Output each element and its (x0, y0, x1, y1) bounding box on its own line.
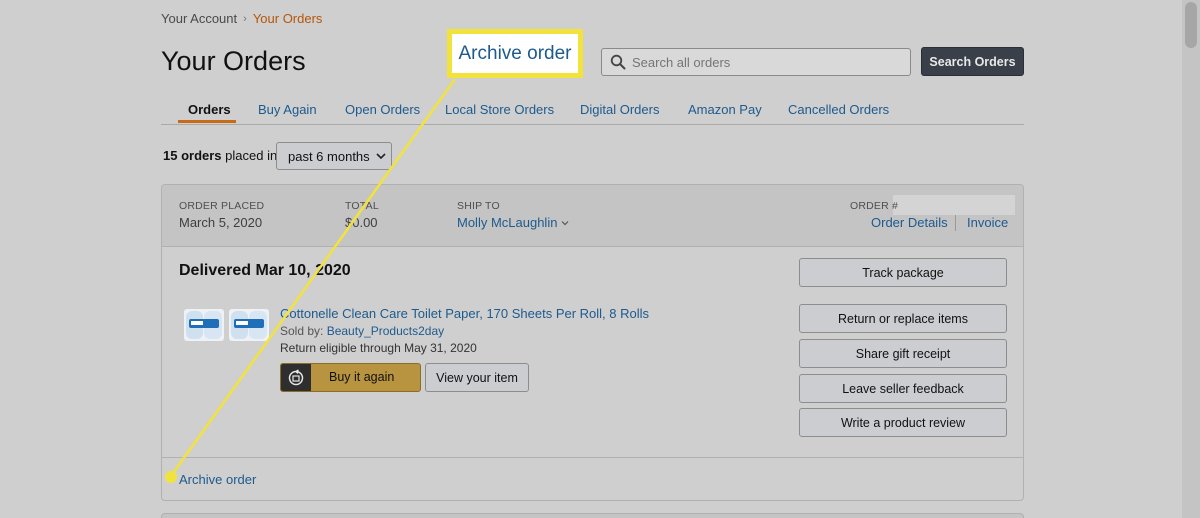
scrollbar[interactable] (1182, 0, 1200, 518)
write-review-button[interactable]: Write a product review (799, 408, 1007, 437)
orders-count-suffix: placed in (225, 148, 278, 163)
order-number-label: ORDER # (850, 200, 899, 212)
order-placed-label: ORDER PLACED (179, 200, 265, 212)
tab-open-orders[interactable]: Open Orders (345, 102, 420, 117)
seller-link[interactable]: Beauty_Products2day (327, 324, 444, 338)
orders-count-value: 15 orders (163, 148, 222, 163)
card-footer-divider (162, 457, 1023, 458)
reorder-icon (281, 364, 311, 391)
active-tab-indicator (178, 120, 236, 123)
order-number-redacted (893, 195, 1015, 215)
order-placed-value: March 5, 2020 (179, 215, 263, 230)
search-input[interactable] (632, 54, 902, 70)
track-package-button[interactable]: Track package (799, 258, 1007, 287)
tab-buy-again[interactable]: Buy Again (258, 102, 317, 117)
leave-seller-feedback-button[interactable]: Leave seller feedback (799, 374, 1007, 403)
scrollbar-thumb[interactable] (1185, 2, 1197, 48)
search-icon (610, 54, 626, 70)
archive-order-callout: Archive order (447, 29, 583, 78)
breadcrumb-your-account[interactable]: Your Account (161, 11, 237, 26)
sold-by: Sold by: Beauty_Products2day (280, 324, 444, 338)
tab-local-store-orders[interactable]: Local Store Orders (445, 102, 554, 117)
buy-it-again-label: Buy it again (329, 370, 395, 384)
order-tabs: Orders Buy Again Open Orders Local Store… (161, 100, 1024, 125)
order-total-label: TOTAL (345, 200, 379, 212)
next-order-card (161, 513, 1024, 518)
breadcrumb-your-orders[interactable]: Your Orders (253, 11, 323, 26)
chevron-down-icon (562, 220, 569, 225)
sold-by-label: Sold by: (280, 324, 324, 338)
share-gift-receipt-button[interactable]: Share gift receipt (799, 339, 1007, 368)
order-header: ORDER PLACED March 5, 2020 TOTAL $0.00 S… (162, 185, 1023, 247)
order-total-value: $0.00 (345, 215, 378, 230)
product-title-link[interactable]: Cottonelle Clean Care Toilet Paper, 170 … (280, 306, 649, 321)
delivery-status: Delivered Mar 10, 2020 (179, 262, 351, 279)
tab-cancelled-orders[interactable]: Cancelled Orders (788, 102, 889, 117)
return-replace-button[interactable]: Return or replace items (799, 304, 1007, 333)
return-eligibility: Return eligible through May 31, 2020 (280, 341, 477, 355)
orders-page: Your Account › Your Orders Your Orders S… (0, 0, 1200, 518)
ship-to-name: Molly McLaughlin (457, 215, 558, 230)
product-thumbnail[interactable] (184, 307, 270, 343)
invoice-link[interactable]: Invoice (967, 215, 1008, 230)
page-title: Your Orders (161, 46, 306, 76)
orders-count: 15 orders placed in (163, 148, 277, 163)
period-select-value: past 6 months (288, 148, 370, 164)
ship-to-dropdown[interactable]: Molly McLaughlin (457, 215, 569, 230)
tab-orders[interactable]: Orders (188, 102, 231, 117)
ship-to-label: SHIP TO (457, 200, 500, 212)
view-your-item-button[interactable]: View your item (425, 363, 529, 392)
order-details-link[interactable]: Order Details (871, 215, 948, 230)
tab-digital-orders[interactable]: Digital Orders (580, 102, 659, 117)
period-select[interactable]: past 6 months (276, 142, 392, 170)
archive-order-link[interactable]: Archive order (179, 472, 256, 487)
search-field[interactable] (601, 48, 911, 76)
buy-it-again-button[interactable]: Buy it again (280, 363, 421, 392)
order-card: ORDER PLACED March 5, 2020 TOTAL $0.00 S… (161, 184, 1024, 501)
chevron-right-icon: › (243, 12, 247, 25)
search-orders-button[interactable]: Search Orders (921, 47, 1024, 76)
header-link-divider (955, 215, 956, 231)
chevron-down-icon (376, 153, 386, 160)
breadcrumb: Your Account › Your Orders (161, 11, 322, 26)
tab-amazon-pay[interactable]: Amazon Pay (688, 102, 762, 117)
